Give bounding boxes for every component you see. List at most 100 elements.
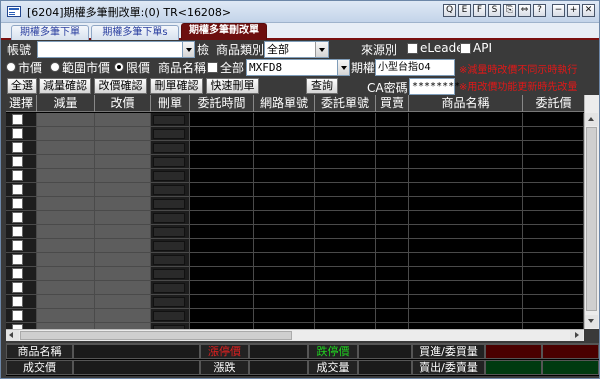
confirm-reduce-button[interactable]: 減量確認 [39, 78, 91, 94]
row-delete-button[interactable] [153, 199, 185, 209]
row-select-checkbox[interactable] [12, 310, 23, 321]
table-row[interactable] [6, 155, 584, 169]
scroll-up-icon[interactable] [585, 113, 598, 126]
row-select-checkbox[interactable] [12, 296, 23, 307]
f-button[interactable]: F [473, 4, 486, 17]
table-row[interactable] [6, 113, 584, 127]
table-row[interactable] [6, 253, 584, 267]
table-row[interactable] [6, 211, 584, 225]
table-cell [190, 141, 254, 155]
row-delete-button[interactable] [153, 255, 185, 265]
query-button[interactable]: 查詢 [306, 78, 338, 94]
table-cell [523, 169, 584, 183]
quick-delete-button[interactable]: 快速刪單 [206, 78, 259, 94]
row-delete-button[interactable] [153, 157, 185, 167]
table-cell [37, 239, 95, 253]
row-delete-button[interactable] [153, 115, 185, 125]
help-button[interactable]: ? [533, 4, 546, 17]
row-delete-button[interactable] [153, 269, 185, 279]
limit-price-radio[interactable] [114, 62, 124, 72]
product-code-dropdown-icon[interactable] [337, 59, 350, 76]
row-select-checkbox[interactable] [12, 142, 23, 153]
q-button[interactable]: Q [443, 4, 456, 17]
col-reprice[interactable]: 改價 [95, 95, 151, 112]
range-market-radio[interactable] [50, 62, 60, 72]
row-delete-button[interactable] [153, 171, 185, 181]
horizontal-scrollbar[interactable] [6, 329, 584, 341]
row-delete-button[interactable] [153, 227, 185, 237]
vertical-scrollbar[interactable] [584, 95, 599, 329]
minimize-button[interactable]: − [552, 4, 565, 17]
confirm-delete-button[interactable]: 刪單確認 [150, 78, 203, 94]
s-button[interactable]: S [488, 4, 501, 17]
row-delete-button[interactable] [153, 213, 185, 223]
table-row[interactable] [6, 295, 584, 309]
row-select-checkbox[interactable] [12, 198, 23, 209]
maximize-button[interactable]: + [567, 4, 580, 17]
market-price-radio[interactable] [6, 62, 16, 72]
row-select-checkbox[interactable] [12, 156, 23, 167]
row-delete-button[interactable] [153, 241, 185, 251]
col-side[interactable]: 買賣 [376, 95, 409, 112]
ca-password-input[interactable]: ******** [409, 78, 460, 95]
row-select-checkbox[interactable] [12, 282, 23, 293]
product-type-value: 全部 [267, 43, 289, 56]
col-order-price[interactable]: 委託價 [523, 95, 584, 112]
row-delete-button[interactable] [153, 129, 185, 139]
row-select-checkbox[interactable] [12, 226, 23, 237]
product-code-input[interactable]: MXFD8 [246, 59, 338, 76]
tab-multi-modify[interactable]: 期權多筆刪改單 [181, 23, 267, 40]
all-products-checkbox[interactable] [207, 62, 218, 73]
table-row[interactable] [6, 183, 584, 197]
col-reduce[interactable]: 減量 [37, 95, 95, 112]
table-row[interactable] [6, 281, 584, 295]
account-dropdown-icon[interactable] [182, 41, 195, 58]
col-web-order-no[interactable]: 網路單號 [254, 95, 315, 112]
row-delete-button[interactable] [153, 185, 185, 195]
row-delete-button[interactable] [153, 283, 185, 293]
row-select-checkbox[interactable] [12, 128, 23, 139]
table-row[interactable] [6, 141, 584, 155]
tab-multi-order[interactable]: 期權多筆下單 [11, 25, 89, 40]
col-product-name[interactable]: 商品名稱 [409, 95, 523, 112]
select-all-button[interactable]: 全選 [7, 78, 37, 94]
close-button[interactable]: ✕ [582, 4, 595, 17]
copy-icon[interactable]: ⎘ [503, 4, 516, 17]
table-row[interactable] [6, 309, 584, 323]
check-button[interactable]: 檢 [197, 41, 209, 58]
titlebar-buttons: Q E F S ⎘ ⇔ ? − + ✕ [443, 4, 595, 17]
link-icon[interactable]: ⇔ [518, 4, 531, 17]
row-delete-button[interactable] [153, 143, 185, 153]
col-delete[interactable]: 刪單 [151, 95, 190, 112]
row-select-checkbox[interactable] [12, 212, 23, 223]
vertical-scroll-thumb[interactable] [586, 127, 597, 311]
row-delete-button[interactable] [153, 297, 185, 307]
horizontal-scroll-thumb[interactable] [20, 331, 292, 340]
col-select[interactable]: 選擇 [6, 95, 37, 112]
source-api-checkbox[interactable] [460, 43, 471, 54]
row-select-checkbox[interactable] [12, 254, 23, 265]
col-order-no[interactable]: 委託單號 [315, 95, 376, 112]
e-button[interactable]: E [458, 4, 471, 17]
table-row[interactable] [6, 197, 584, 211]
table-row[interactable] [6, 267, 584, 281]
product-type-select[interactable]: 全部 [264, 41, 329, 58]
account-input[interactable] [37, 41, 183, 58]
table-row[interactable] [6, 225, 584, 239]
row-select-checkbox[interactable] [12, 170, 23, 181]
scroll-left-icon[interactable] [6, 330, 19, 341]
source-eleader-checkbox[interactable] [407, 43, 418, 54]
col-order-time[interactable]: 委託時間 [190, 95, 254, 112]
row-select-checkbox[interactable] [12, 240, 23, 251]
table-row[interactable] [6, 127, 584, 141]
table-row[interactable] [6, 169, 584, 183]
scroll-down-icon[interactable] [585, 315, 598, 328]
tab-multi-order-s[interactable]: 期權多筆下單s [91, 25, 179, 40]
scroll-right-icon[interactable] [570, 330, 583, 341]
row-delete-button[interactable] [153, 311, 185, 321]
table-row[interactable] [6, 239, 584, 253]
row-select-checkbox[interactable] [12, 268, 23, 279]
row-select-checkbox[interactable] [12, 114, 23, 125]
row-select-checkbox[interactable] [12, 184, 23, 195]
confirm-reprice-button[interactable]: 改價確認 [94, 78, 147, 94]
